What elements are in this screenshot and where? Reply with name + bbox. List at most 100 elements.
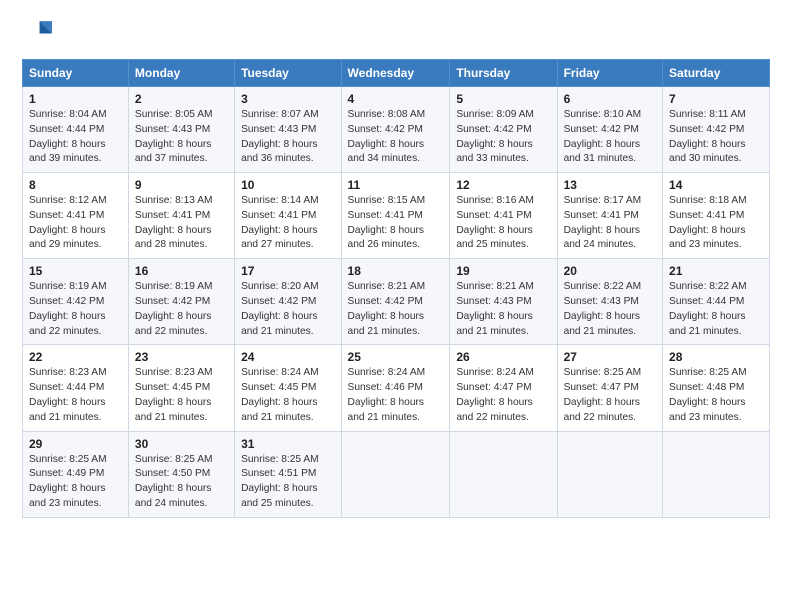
calendar-header-row: SundayMondayTuesdayWednesdayThursdayFrid… — [23, 60, 770, 87]
logo-icon — [24, 18, 52, 46]
day-content: Sunrise: 8:08 AM Sunset: 4:42 PM Dayligh… — [348, 108, 444, 167]
logo — [22, 18, 52, 51]
calendar-cell — [450, 431, 557, 517]
calendar-cell: 14Sunrise: 8:18 AM Sunset: 4:41 PM Dayli… — [663, 173, 770, 259]
calendar-day-header: Wednesday — [341, 60, 450, 87]
day-number: 12 — [456, 178, 550, 192]
calendar-day-header: Saturday — [663, 60, 770, 87]
calendar-cell: 3Sunrise: 8:07 AM Sunset: 4:43 PM Daylig… — [235, 87, 341, 173]
calendar-week-row: 1 Sunrise: 8:04 AM Sunset: 4:44 PM Daylig… — [23, 87, 770, 173]
day-content: Sunrise: 8:11 AM Sunset: 4:42 PM Dayligh… — [669, 108, 763, 167]
day-content: Sunrise: 8:05 AM Sunset: 4:43 PM Dayligh… — [135, 108, 228, 167]
day-content: Sunrise: 8:19 AM Sunset: 4:42 PM Dayligh… — [29, 280, 122, 339]
calendar-cell: 11Sunrise: 8:15 AM Sunset: 4:41 PM Dayli… — [341, 173, 450, 259]
calendar-week-row: 29 Sunrise: 8:25 AM Sunset: 4:49 PM Dayli… — [23, 431, 770, 517]
calendar-cell: 28Sunrise: 8:25 AM Sunset: 4:48 PM Dayli… — [663, 345, 770, 431]
calendar-week-row: 8Sunrise: 8:12 AM Sunset: 4:41 PM Daylig… — [23, 173, 770, 259]
day-content: Sunrise: 8:25 AM Sunset: 4:47 PM Dayligh… — [564, 366, 656, 425]
calendar-cell: 30 Sunrise: 8:25 AM Sunset: 4:50 PM Dayli… — [128, 431, 234, 517]
day-content: Sunrise: 8:24 AM Sunset: 4:47 PM Dayligh… — [456, 366, 550, 425]
day-number: 2 — [135, 92, 228, 106]
day-number: 16 — [135, 264, 228, 278]
day-number: 25 — [348, 350, 444, 364]
calendar-cell: 18 Sunrise: 8:21 AM Sunset: 4:42 PM Dayli… — [341, 259, 450, 345]
day-number: 17 — [241, 264, 334, 278]
day-number: 9 — [135, 178, 228, 192]
calendar-cell: 10 Sunrise: 8:14 AM Sunset: 4:41 PM Dayli… — [235, 173, 341, 259]
day-content: Sunrise: 8:14 AM Sunset: 4:41 PM Dayligh… — [241, 194, 334, 253]
day-content: Sunrise: 8:16 AM Sunset: 4:41 PM Dayligh… — [456, 194, 550, 253]
calendar-cell: 7 Sunrise: 8:11 AM Sunset: 4:42 PM Daylig… — [663, 87, 770, 173]
day-number: 27 — [564, 350, 656, 364]
day-number: 26 — [456, 350, 550, 364]
calendar-cell — [663, 431, 770, 517]
calendar-cell: 29 Sunrise: 8:25 AM Sunset: 4:49 PM Dayli… — [23, 431, 129, 517]
day-number: 8 — [29, 178, 122, 192]
calendar-cell: 5Sunrise: 8:09 AM Sunset: 4:42 PM Daylig… — [450, 87, 557, 173]
day-content: Sunrise: 8:21 AM Sunset: 4:42 PM Dayligh… — [348, 280, 444, 339]
day-number: 11 — [348, 178, 444, 192]
header — [22, 18, 770, 51]
calendar-cell: 17 Sunrise: 8:20 AM Sunset: 4:42 PM Dayli… — [235, 259, 341, 345]
calendar-cell: 8Sunrise: 8:12 AM Sunset: 4:41 PM Daylig… — [23, 173, 129, 259]
day-number: 13 — [564, 178, 656, 192]
calendar-week-row: 15 Sunrise: 8:19 AM Sunset: 4:42 PM Dayli… — [23, 259, 770, 345]
day-content: Sunrise: 8:20 AM Sunset: 4:42 PM Dayligh… — [241, 280, 334, 339]
calendar-cell: 22 Sunrise: 8:23 AM Sunset: 4:44 PM Dayli… — [23, 345, 129, 431]
calendar-cell: 31 Sunrise: 8:25 AM Sunset: 4:51 PM Dayli… — [235, 431, 341, 517]
calendar-cell: 6 Sunrise: 8:10 AM Sunset: 4:42 PM Daylig… — [557, 87, 662, 173]
day-number: 21 — [669, 264, 763, 278]
day-content: Sunrise: 8:24 AM Sunset: 4:46 PM Dayligh… — [348, 366, 444, 425]
day-number: 5 — [456, 92, 550, 106]
calendar-cell: 15 Sunrise: 8:19 AM Sunset: 4:42 PM Dayli… — [23, 259, 129, 345]
day-content: Sunrise: 8:23 AM Sunset: 4:45 PM Dayligh… — [135, 366, 228, 425]
calendar-cell: 13 Sunrise: 8:17 AM Sunset: 4:41 PM Dayli… — [557, 173, 662, 259]
calendar-cell: 19 Sunrise: 8:21 AM Sunset: 4:43 PM Dayli… — [450, 259, 557, 345]
day-number: 6 — [564, 92, 656, 106]
calendar-cell: 16 Sunrise: 8:19 AM Sunset: 4:42 PM Dayli… — [128, 259, 234, 345]
calendar-table: SundayMondayTuesdayWednesdayThursdayFrid… — [22, 59, 770, 518]
day-content: Sunrise: 8:22 AM Sunset: 4:43 PM Dayligh… — [564, 280, 656, 339]
calendar-day-header: Monday — [128, 60, 234, 87]
day-content: Sunrise: 8:25 AM Sunset: 4:51 PM Dayligh… — [241, 453, 334, 512]
calendar-cell: 20Sunrise: 8:22 AM Sunset: 4:43 PM Dayli… — [557, 259, 662, 345]
day-number: 24 — [241, 350, 334, 364]
day-number: 1 — [29, 92, 122, 106]
day-number: 4 — [348, 92, 444, 106]
calendar-cell — [557, 431, 662, 517]
day-number: 18 — [348, 264, 444, 278]
calendar-cell: 24Sunrise: 8:24 AM Sunset: 4:45 PM Dayli… — [235, 345, 341, 431]
calendar-day-header: Thursday — [450, 60, 557, 87]
day-number: 29 — [29, 437, 122, 451]
day-content: Sunrise: 8:25 AM Sunset: 4:49 PM Dayligh… — [29, 453, 122, 512]
day-number: 3 — [241, 92, 334, 106]
day-number: 10 — [241, 178, 334, 192]
calendar-cell: 26 Sunrise: 8:24 AM Sunset: 4:47 PM Dayli… — [450, 345, 557, 431]
day-number: 15 — [29, 264, 122, 278]
day-content: Sunrise: 8:21 AM Sunset: 4:43 PM Dayligh… — [456, 280, 550, 339]
day-content: Sunrise: 8:19 AM Sunset: 4:42 PM Dayligh… — [135, 280, 228, 339]
calendar-day-header: Tuesday — [235, 60, 341, 87]
day-number: 19 — [456, 264, 550, 278]
day-content: Sunrise: 8:17 AM Sunset: 4:41 PM Dayligh… — [564, 194, 656, 253]
day-content: Sunrise: 8:04 AM Sunset: 4:44 PM Dayligh… — [29, 108, 122, 167]
day-content: Sunrise: 8:25 AM Sunset: 4:48 PM Dayligh… — [669, 366, 763, 425]
calendar-cell: 9 Sunrise: 8:13 AM Sunset: 4:41 PM Daylig… — [128, 173, 234, 259]
day-content: Sunrise: 8:18 AM Sunset: 4:41 PM Dayligh… — [669, 194, 763, 253]
day-content: Sunrise: 8:23 AM Sunset: 4:44 PM Dayligh… — [29, 366, 122, 425]
day-content: Sunrise: 8:22 AM Sunset: 4:44 PM Dayligh… — [669, 280, 763, 339]
day-number: 31 — [241, 437, 334, 451]
day-content: Sunrise: 8:25 AM Sunset: 4:50 PM Dayligh… — [135, 453, 228, 512]
page: SundayMondayTuesdayWednesdayThursdayFrid… — [0, 0, 792, 530]
day-content: Sunrise: 8:10 AM Sunset: 4:42 PM Dayligh… — [564, 108, 656, 167]
calendar-cell: 21 Sunrise: 8:22 AM Sunset: 4:44 PM Dayli… — [663, 259, 770, 345]
day-number: 7 — [669, 92, 763, 106]
calendar-cell: 27 Sunrise: 8:25 AM Sunset: 4:47 PM Dayli… — [557, 345, 662, 431]
calendar-cell — [341, 431, 450, 517]
calendar-cell: 1 Sunrise: 8:04 AM Sunset: 4:44 PM Daylig… — [23, 87, 129, 173]
day-number: 22 — [29, 350, 122, 364]
calendar-cell: 4 Sunrise: 8:08 AM Sunset: 4:42 PM Daylig… — [341, 87, 450, 173]
day-number: 30 — [135, 437, 228, 451]
calendar-week-row: 22 Sunrise: 8:23 AM Sunset: 4:44 PM Dayli… — [23, 345, 770, 431]
day-content: Sunrise: 8:13 AM Sunset: 4:41 PM Dayligh… — [135, 194, 228, 253]
